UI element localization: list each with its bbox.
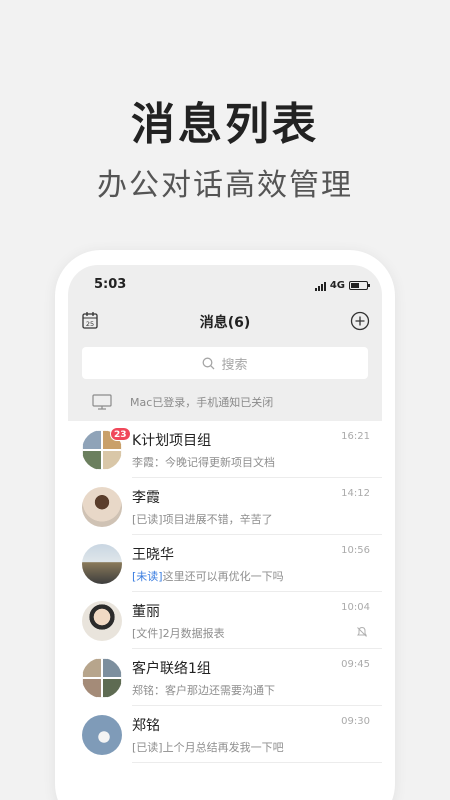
- preview-text: 李霞：今晚记得更新项目文档: [132, 456, 275, 469]
- status-bar: 5:03 4G: [68, 277, 382, 295]
- plus-circle-icon[interactable]: [350, 311, 370, 331]
- conversation-row[interactable]: 23 K计划项目组李霞：今晚记得更新项目文档 16:21: [68, 421, 382, 478]
- signal-icon: [314, 281, 326, 291]
- promo-headline: 消息列表: [131, 99, 319, 150]
- timestamp: 10:04: [341, 602, 370, 613]
- header-area: 5:03 4G 25 消息(6) 搜索 Mac已登录，手机通知已关闭: [68, 265, 382, 421]
- conversation-row[interactable]: 王晓华 [未读]这里还可以再优化一下吗 10:56: [68, 535, 382, 592]
- message-preview: [已读]项目进展不错，辛苦了: [132, 511, 273, 527]
- avatar: [82, 715, 122, 755]
- phone-screen: 5:03 4G 25 消息(6) 搜索 Mac已登录，手机通知已关闭 23 K计…: [68, 265, 382, 800]
- preview-text: 项目进展不错，辛苦了: [162, 513, 273, 526]
- message-preview: 李霞：今晚记得更新项目文档: [132, 454, 275, 470]
- page-title: 消息(6): [199, 315, 251, 331]
- message-preview: [未读]这里还可以再优化一下吗: [132, 568, 284, 584]
- conversation-list: 23 K计划项目组 李霞：今晚记得更新项目文档 16:21 李霞 [已读]项目进展不错，辛…: [68, 421, 382, 763]
- avatar: [82, 544, 122, 584]
- conversation-name: 王晓华: [132, 547, 174, 563]
- notice-text: Mac已登录，手机通知已关闭: [130, 396, 274, 409]
- search-icon: [203, 357, 215, 369]
- status-time: 5:03: [94, 277, 127, 292]
- avatar: [82, 601, 122, 641]
- conversation-name: K计划项目组: [132, 433, 212, 449]
- message-preview: [文件]2月数据报表: [132, 625, 225, 641]
- monitor-icon: [92, 394, 112, 410]
- preview-text: 这里还可以再优化一下吗: [162, 570, 284, 583]
- promo-subline: 办公对话高效管理: [97, 168, 353, 203]
- network-type: 4G: [329, 280, 345, 291]
- status-tag: [未读]: [132, 570, 163, 583]
- nav-bar: 25 消息(6): [68, 309, 382, 333]
- message-preview: [已读]上个月总结再发我一下吧: [132, 739, 284, 755]
- message-preview: 郑铭：客户那边还需要沟通下: [132, 682, 275, 698]
- battery-icon: [349, 281, 370, 290]
- timestamp: 14:12: [341, 488, 370, 499]
- conversation-name: 董丽: [132, 604, 160, 620]
- status-tag: [已读]: [132, 741, 163, 754]
- avatar: [82, 658, 122, 698]
- conversation-row[interactable]: 客户联络1组郑铭：客户那边还需要沟通下 09:45: [68, 649, 382, 706]
- preview-text: 2月数据报表: [162, 627, 225, 640]
- conversation-name: 李霞: [132, 490, 160, 506]
- preview-text: 上个月总结再发我一下吧: [162, 741, 284, 754]
- conversation-name: 郑铭: [132, 718, 160, 734]
- conversation-row[interactable]: 董丽 [文件]2月数据报表 10:04: [68, 592, 382, 649]
- timestamp: 16:21: [341, 431, 370, 442]
- status-indicators: 4G: [314, 280, 370, 291]
- row-divider: [132, 762, 382, 763]
- mute-icon: [357, 626, 367, 637]
- status-tag: [文件]: [132, 627, 163, 640]
- timestamp: 09:30: [341, 716, 370, 727]
- search-placeholder: 搜索: [221, 357, 248, 373]
- timestamp: 10:56: [341, 545, 370, 556]
- conversation-name: 客户联络1组: [132, 661, 211, 677]
- timestamp: 09:45: [341, 659, 370, 670]
- conversation-row[interactable]: 李霞 [已读]项目进展不错，辛苦了 14:12: [68, 478, 382, 535]
- avatar: [82, 487, 122, 527]
- login-notice[interactable]: Mac已登录，手机通知已关闭: [68, 389, 382, 415]
- conversation-row[interactable]: 郑铭 [已读]上个月总结再发我一下吧 09:30: [68, 706, 382, 763]
- status-tag: [已读]: [132, 513, 163, 526]
- unread-badge: 23: [110, 427, 131, 441]
- preview-text: 郑铭：客户那边还需要沟通下: [132, 684, 275, 697]
- search-input[interactable]: 搜索: [82, 347, 368, 379]
